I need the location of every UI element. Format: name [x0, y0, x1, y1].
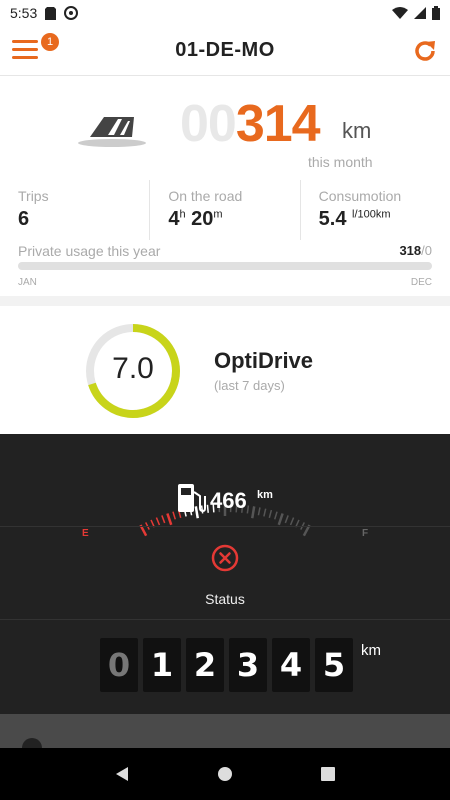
fuel-gauge-tick — [246, 505, 250, 514]
bottom-sheet-peek[interactable] — [0, 714, 450, 752]
stat-trips: Trips 6 — [0, 180, 151, 240]
optidrive-title: OptiDrive — [214, 348, 314, 373]
dashboard-divider — [0, 619, 450, 620]
stat-on-the-road: On the road 4h 20m — [150, 180, 301, 240]
mileage-leading-zeros: 00 — [180, 95, 237, 153]
fuel-gauge-tick — [251, 506, 256, 519]
sd-card-icon — [45, 6, 57, 20]
odometer-digit: 5 — [315, 638, 353, 692]
consumption-unit: l/100km — [352, 208, 391, 221]
road-minutes: 20 — [191, 208, 214, 230]
optidrive-subtitle: (last 7 days) — [214, 378, 285, 393]
mileage-value: 314 — [235, 95, 321, 153]
odometer-digit: 4 — [272, 638, 310, 692]
notification-badge: 1 — [41, 33, 59, 51]
system-navigation-bar — [0, 748, 450, 800]
stat-consumption: Consumotion 5.4 l/100km — [301, 180, 450, 240]
home-icon[interactable] — [217, 766, 233, 782]
private-usage-total: /0 — [421, 243, 432, 258]
odometer-unit: km — [361, 642, 381, 659]
mileage-unit: km — [342, 118, 372, 143]
private-usage-label: Private usage this year — [18, 243, 161, 259]
odometer-digit: 3 — [229, 638, 267, 692]
private-usage-used: 318 — [399, 243, 422, 258]
progress-end-label: DEC — [410, 277, 432, 288]
battery-icon — [432, 6, 440, 20]
fuel-gauge-tick — [273, 511, 278, 520]
hamburger-menu-icon[interactable] — [12, 40, 40, 62]
fuel-gauge-tick — [161, 515, 166, 524]
optidrive-score: 7.0 — [112, 352, 154, 385]
back-icon[interactable] — [114, 766, 130, 782]
fuel-gauge-tick — [257, 507, 261, 516]
signal-icon — [414, 7, 426, 19]
system-status-bar: 5:53 — [0, 0, 450, 26]
monthly-mileage: 00314 — [180, 94, 321, 154]
road-hours: 4 — [168, 208, 180, 230]
refresh-icon[interactable] — [412, 38, 438, 64]
fuel-gauge-tick — [289, 517, 295, 526]
road-m-unit: m — [213, 208, 223, 221]
fuel-gauge-tick — [263, 508, 267, 517]
fuel-gauge-tick — [268, 509, 273, 519]
sync-icon — [64, 6, 79, 20]
odometer-digit: 1 — [143, 638, 181, 692]
trips-value: 6 — [18, 208, 30, 230]
fuel-gauge-tick — [155, 517, 161, 526]
odometer-display: 012345 — [100, 638, 353, 692]
error-circle-icon[interactable] — [211, 544, 239, 572]
progress-start-label: JAN — [18, 277, 37, 288]
fuel-range-unit: km — [257, 489, 273, 501]
car-road-icon — [78, 117, 146, 147]
wifi-icon — [392, 7, 408, 19]
dashboard-divider — [0, 526, 450, 527]
app-bar: 1 01-DE-MO — [0, 26, 450, 76]
status-label: Status — [205, 591, 245, 607]
fuel-empty-label: E — [82, 528, 89, 539]
consumption-number: 5.4 — [318, 208, 347, 230]
mileage-period: this month — [308, 154, 373, 170]
odometer-digit: 0 — [100, 638, 138, 692]
private-usage-progress-bar — [18, 262, 432, 270]
road-label: On the road — [168, 188, 243, 204]
road-h-unit: h — [179, 208, 186, 221]
private-usage-count: 318/0 — [399, 243, 432, 258]
fuel-gauge-tick — [166, 513, 173, 526]
fuel-gauge-tick — [277, 513, 284, 526]
recents-icon[interactable] — [320, 766, 336, 782]
road-value: 4h 20m — [168, 208, 299, 231]
consumption-label: Consumotion — [318, 188, 402, 204]
stats-row: Trips 6 On the road 4h 20m Consumotion 5… — [0, 180, 450, 240]
fuel-gauge-tick — [284, 515, 289, 524]
consumption-value: 5.4 l/100km — [319, 208, 450, 231]
dashboard-panel: E F 466 km Status 012345 km — [0, 434, 450, 748]
fuel-full-label: F — [362, 528, 368, 539]
fuel-pump-icon — [178, 484, 206, 513]
vehicle-plate-title: 01-DE-MO — [175, 39, 275, 61]
trips-label: Trips — [18, 188, 49, 204]
odometer-digit: 2 — [186, 638, 224, 692]
section-divider — [0, 296, 450, 306]
optidrive-card[interactable]: 7.0 OptiDrive (last 7 days) — [0, 306, 450, 434]
fuel-range-value: 466 — [210, 488, 247, 513]
clock: 5:53 — [10, 5, 38, 21]
